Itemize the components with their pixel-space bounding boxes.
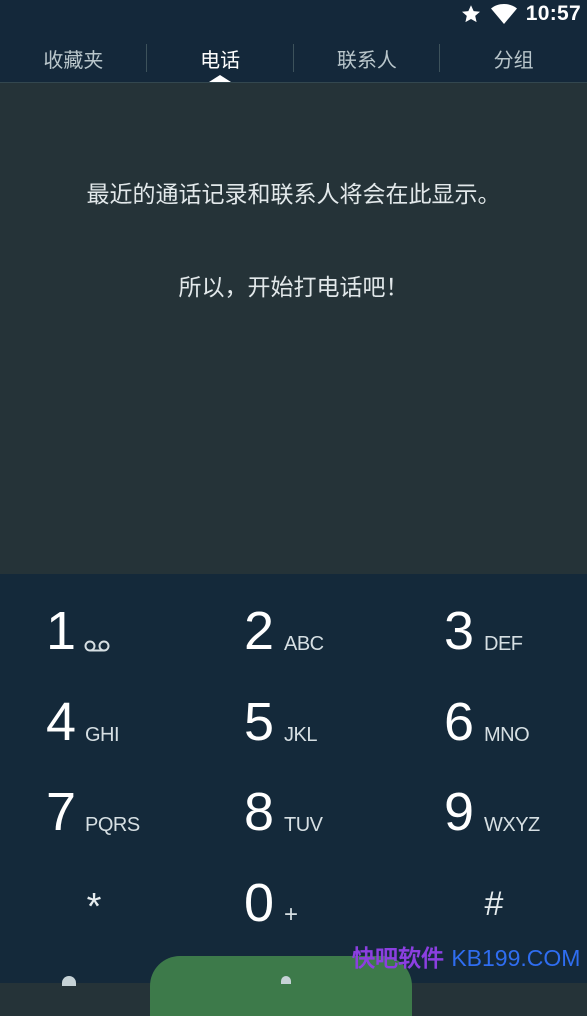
dial-key-2[interactable]: 2 ABC — [244, 590, 424, 670]
dial-letters: PQRS — [85, 814, 140, 836]
dial-digit: 2 — [244, 601, 275, 661]
dial-letters: TUV — [284, 814, 323, 836]
dial-letters: JKL — [284, 724, 317, 746]
overflow-menu-icon[interactable] — [62, 976, 76, 986]
dial-digit: # — [484, 885, 504, 923]
dial-letters: DEF — [484, 633, 523, 655]
dial-key-1[interactable]: 1 — [46, 590, 226, 670]
status-bar: 10:57 — [0, 0, 587, 34]
dialpad: 1 2 ABC 3 DEF 4 GHI 5 JKL 6 MNO 7 PQRS 8… — [0, 574, 587, 983]
dial-key-9[interactable]: 9 WXYZ — [444, 771, 587, 851]
tab-label: 电话 — [200, 47, 241, 72]
dial-letters: + — [284, 901, 298, 928]
dial-digit: 5 — [244, 692, 275, 752]
wifi-icon — [490, 3, 518, 25]
watermark-en: KB199.COM — [451, 945, 581, 971]
dial-key-hash[interactable]: # — [464, 874, 524, 934]
dial-letters: WXYZ — [484, 814, 540, 836]
dial-digit: 8 — [244, 782, 275, 842]
empty-message: 最近的通话记录和联系人将会在此显示。 — [86, 182, 501, 208]
watermark-cn: 快吧软件 — [352, 946, 444, 972]
watermark: 快吧软件 KB199.COM — [352, 944, 580, 973]
dial-letters: ABC — [284, 633, 324, 655]
active-tab-indicator — [209, 75, 232, 82]
tab-bar: 收藏夹 电话 联系人 分组 — [0, 34, 587, 83]
status-icons: 10:57 — [460, 0, 581, 28]
voicemail-icon — [84, 638, 110, 657]
dial-digit: 7 — [46, 782, 77, 842]
dial-digit: 6 — [444, 692, 475, 752]
call-log-empty-state: 最近的通话记录和联系人将会在此显示。 所以，开始打电话吧！ — [0, 83, 587, 574]
clock: 10:57 — [525, 2, 581, 25]
dial-letters: MNO — [484, 724, 530, 746]
tab-label: 联系人 — [336, 47, 397, 72]
dial-digit: 3 — [444, 601, 475, 661]
dial-digit: 9 — [444, 782, 475, 842]
dial-digit: * — [86, 886, 102, 928]
tab-favorites[interactable]: 收藏夹 — [0, 34, 147, 82]
dial-key-star[interactable]: * — [64, 877, 124, 937]
dial-key-7[interactable]: 7 PQRS — [46, 771, 226, 851]
dial-key-4[interactable]: 4 GHI — [46, 681, 226, 761]
dial-key-3[interactable]: 3 DEF — [444, 590, 587, 670]
dial-digit: 0 — [244, 873, 275, 933]
dial-key-0[interactable]: 0 + — [244, 862, 424, 942]
star-icon — [460, 3, 482, 25]
empty-cta: 所以，开始打电话吧！ — [178, 275, 409, 301]
tab-contacts[interactable]: 联系人 — [294, 34, 441, 82]
tab-phone[interactable]: 电话 — [147, 34, 294, 82]
tab-label: 分组 — [493, 47, 534, 72]
dial-digit: 1 — [46, 601, 77, 661]
dial-key-5[interactable]: 5 JKL — [244, 681, 424, 761]
tab-label: 收藏夹 — [43, 47, 104, 72]
dial-digit: 4 — [46, 692, 77, 752]
dial-key-6[interactable]: 6 MNO — [444, 681, 587, 761]
dial-letters: GHI — [85, 724, 120, 746]
dial-key-8[interactable]: 8 TUV — [244, 771, 424, 851]
tab-groups[interactable]: 分组 — [440, 34, 587, 82]
